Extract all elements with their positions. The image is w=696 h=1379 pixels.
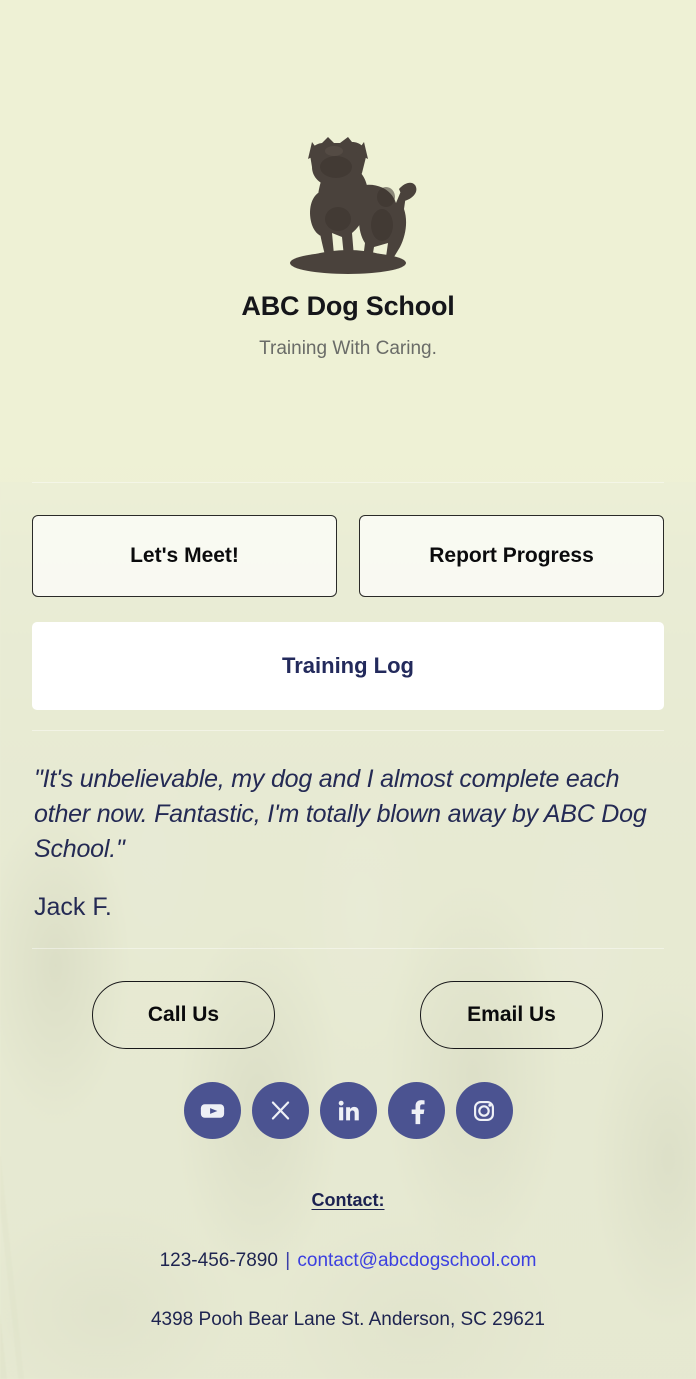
page-root: ABC Dog School Training With Caring. Let… — [0, 0, 696, 1379]
facebook-icon[interactable] — [387, 1082, 445, 1139]
email-us-button[interactable]: Email Us — [420, 981, 603, 1049]
primary-actions-section: Let's Meet! Report Progress Training Log — [0, 482, 696, 730]
hero-section: ABC Dog School Training With Caring. — [0, 0, 696, 482]
brand-tagline: Training With Caring. — [259, 338, 437, 359]
instagram-icon[interactable] — [455, 1082, 513, 1139]
report-progress-button[interactable]: Report Progress — [359, 515, 664, 597]
contact-actions-section: Call Us Email Us — [0, 948, 696, 1068]
call-us-button[interactable]: Call Us — [92, 981, 275, 1049]
social-links-row — [0, 1082, 696, 1139]
logo-container — [0, 133, 696, 280]
contact-heading: Contact: — [311, 1190, 385, 1210]
x-twitter-icon[interactable] — [251, 1082, 309, 1139]
linkedin-icon[interactable] — [319, 1082, 377, 1139]
email-link[interactable]: contact@abcdogschool.com — [297, 1250, 536, 1271]
footer-section: Contact: 123-456-7890 | contact@abcdogsc… — [0, 1190, 696, 1331]
contact-separator: | — [285, 1250, 291, 1271]
brand-title: ABC Dog School — [241, 291, 455, 321]
training-log-button[interactable]: Training Log — [32, 622, 664, 710]
testimonial-author: Jack F. — [34, 893, 112, 921]
youtube-icon[interactable] — [183, 1082, 241, 1139]
dog-silhouette-logo-icon — [268, 133, 428, 280]
address-line: 4398 Pooh Bear Lane St. Anderson, SC 296… — [150, 1309, 546, 1330]
contact-line: 123-456-7890 | contact@abcdogschool.com — [0, 1250, 696, 1272]
lets-meet-button[interactable]: Let's Meet! — [32, 515, 337, 597]
testimonial-section: "It's unbelievable, my dog and I almost … — [0, 730, 696, 948]
phone-number[interactable]: 123-456-7890 — [160, 1250, 278, 1271]
testimonial-quote: "It's unbelievable, my dog and I almost … — [34, 765, 647, 863]
